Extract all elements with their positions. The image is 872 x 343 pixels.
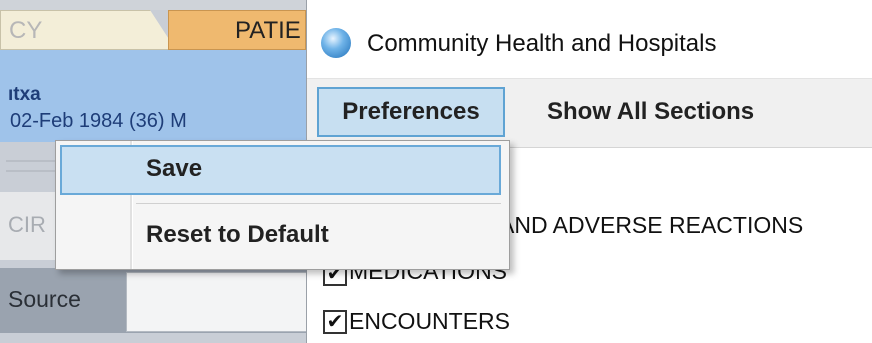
reset-to-default-menu-item[interactable]: Reset to Default <box>146 221 329 249</box>
tab-pharmacy[interactable]: CY <box>0 10 176 50</box>
globe-icon <box>321 28 351 58</box>
tab-patient[interactable]: PATIE <box>168 10 306 50</box>
section-adverse-reactions: AND ADVERSE REACTIONS <box>499 212 804 238</box>
preferences-dropdown: Save Reset to Default <box>55 140 510 270</box>
window-title: Community Health and Hospitals <box>367 30 717 57</box>
patient-info: 02-Feb 1984 (36) M <box>10 110 187 132</box>
save-menu-item[interactable] <box>60 145 501 195</box>
show-all-sections-menu[interactable]: Show All Sections <box>547 98 754 126</box>
checkmark-icon[interactable]: ✔ <box>323 310 347 334</box>
top-strip <box>0 0 306 10</box>
preferences-menu[interactable]: Preferences <box>317 87 505 137</box>
source-label: Source <box>8 286 81 312</box>
patient-name: ıtxa <box>8 84 41 105</box>
cir-field-text: CIR <box>8 212 46 237</box>
section-encounters: ENCOUNTERS <box>349 308 511 334</box>
source-input[interactable] <box>126 272 308 332</box>
menu-separator <box>136 203 501 204</box>
save-label: Save <box>146 155 203 182</box>
